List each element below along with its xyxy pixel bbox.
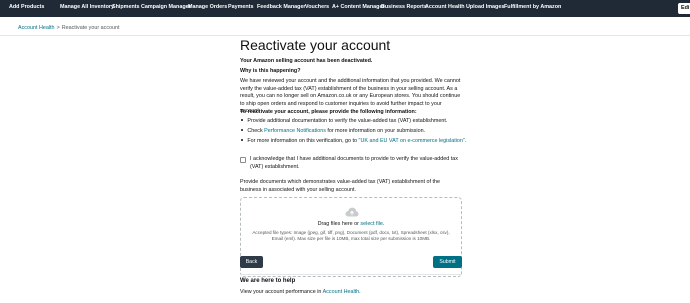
submit-button-label: Submit bbox=[439, 259, 456, 265]
drop-instructions: Drag files here or select file. bbox=[241, 221, 461, 227]
bullet-dot bbox=[241, 128, 244, 132]
section-divider bbox=[240, 274, 462, 275]
breadcrumb-separator: > bbox=[56, 25, 60, 31]
nav-fulfillment-by-amazon[interactable]: Fulfillment by Amazon bbox=[504, 4, 561, 10]
breadcrumb: Account Health > Reactivate your account bbox=[18, 25, 120, 31]
nav-add-products[interactable]: Add Products bbox=[9, 4, 44, 10]
help-heading: We are here to help bbox=[240, 278, 296, 284]
drop-text-suffix: . bbox=[382, 221, 385, 227]
reactivate-heading: To reactivate your account, please provi… bbox=[240, 109, 417, 115]
provide-documents-text: Provide documents which demonstrates val… bbox=[240, 179, 440, 193]
breadcrumb-divider bbox=[0, 35, 690, 36]
nav-manage-orders[interactable]: Manage Orders bbox=[188, 4, 227, 10]
nav-campaign-manager[interactable]: Campaign Manager bbox=[141, 4, 191, 10]
help-text: View your account performance in Account… bbox=[240, 289, 361, 295]
bullet-text-prefix: For more information on this verificatio… bbox=[247, 138, 359, 144]
nav-business-reports[interactable]: Business Reports bbox=[381, 4, 427, 10]
bullet-dot bbox=[241, 138, 244, 142]
nav-a-plus-content-manager[interactable]: A+ Content Manager bbox=[332, 4, 385, 10]
vat-legislation-link[interactable]: "UK and EU VAT on e-commerce legislation… bbox=[359, 138, 465, 144]
accepted-file-types: Accepted file types: Image (jpeg, gif, t… bbox=[252, 230, 450, 242]
requirement-bullet-2: Check Performance Notifications for more… bbox=[240, 128, 425, 136]
page-title: Reactivate your account bbox=[240, 37, 391, 53]
help-text-suffix: . bbox=[359, 289, 361, 295]
performance-notifications-link[interactable]: Performance Notifications bbox=[264, 128, 326, 134]
file-drop-zone[interactable]: Drag files here or select file. Accepted… bbox=[240, 197, 462, 277]
acknowledge-checkbox[interactable] bbox=[240, 157, 246, 163]
back-button-label: Back bbox=[245, 259, 258, 265]
drop-text-prefix: Drag files here or bbox=[317, 221, 361, 227]
nav-manage-all-inventory[interactable]: Manage All Inventory bbox=[60, 4, 114, 10]
deactivation-notice: Your Amazon selling account has been dea… bbox=[240, 58, 373, 64]
acknowledge-label: I acknowledge that I have additional doc… bbox=[250, 156, 458, 170]
select-file-link[interactable]: select file bbox=[360, 221, 382, 227]
nav-account-health[interactable]: Account Health bbox=[425, 4, 465, 10]
bullet-dot bbox=[241, 118, 244, 122]
nav-feedback-manager[interactable]: Feedback Manager bbox=[257, 4, 306, 10]
edit-button[interactable]: Edi bbox=[678, 3, 690, 14]
bullet-text-prefix: Check bbox=[247, 128, 265, 134]
breadcrumb-current: Reactivate your account bbox=[61, 25, 120, 31]
back-button[interactable]: Back bbox=[240, 256, 263, 268]
top-navigation-bar: Add Products Manage All Inventory Shipme… bbox=[0, 0, 690, 17]
cloud-upload-icon bbox=[345, 207, 359, 217]
submit-button[interactable]: Submit bbox=[433, 256, 462, 268]
nav-payments[interactable]: Payments bbox=[228, 4, 253, 10]
help-text-prefix: View your account performance in bbox=[240, 289, 323, 295]
breadcrumb-account-health[interactable]: Account Health bbox=[18, 25, 55, 31]
nav-vouchers[interactable]: Vouchers bbox=[305, 4, 329, 10]
nav-upload-images[interactable]: Upload Images bbox=[466, 4, 504, 10]
why-heading: Why is this happening? bbox=[240, 68, 301, 74]
account-health-link[interactable]: Account Health bbox=[323, 289, 360, 295]
requirement-bullet-3: For more information on this verificatio… bbox=[240, 138, 466, 146]
requirement-bullet-1: Provide additional documentation to veri… bbox=[240, 118, 447, 126]
bullet-text: Provide additional documentation to veri… bbox=[247, 118, 448, 124]
nav-shipments[interactable]: Shipments bbox=[112, 4, 140, 10]
bullet-text-suffix: . bbox=[464, 138, 467, 144]
bullet-text-suffix: for more information on your submission. bbox=[325, 128, 426, 134]
edit-label: Edi bbox=[681, 5, 690, 11]
